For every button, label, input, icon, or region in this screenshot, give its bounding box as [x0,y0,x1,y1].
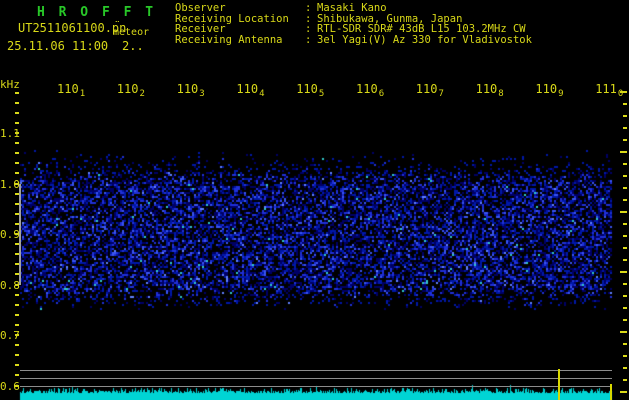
right-edge-tick [623,139,627,141]
right-edge-tick [623,319,627,321]
freq-tick [15,293,19,296]
info-row-antenna: Receiving Antenna:3el Yagi(V) Az 330 for… [175,33,532,46]
right-edge-tick [623,367,627,369]
right-edge-tick [620,211,627,213]
freq-tick [15,344,19,347]
right-edge-tick [623,199,627,201]
freq-tick-label: 1.1 [0,127,20,140]
observation-datetime: 25.11.06 11:00 [7,39,109,53]
right-edge-tick [623,247,627,249]
freq-tick-label: 1.0 [0,177,20,191]
right-edge-tick [623,163,627,165]
freq-tick-label: 0.9 [0,228,20,241]
right-edge-tick [620,331,627,333]
info-value: Masaki Kano [317,2,387,14]
time-tick-label: 1109 [535,82,564,99]
freq-tick [15,152,19,155]
freq-tick [15,101,19,104]
right-edge-tick [623,223,627,225]
right-edge-tick [623,115,627,117]
echo-count: 2.. [122,39,144,53]
time-tick-label: 1103 [176,82,205,99]
right-edge-tick [623,307,627,309]
time-tick-label: 1110 [595,82,624,99]
right-edge-tick [623,379,627,381]
time-tick-label: 1104 [236,82,265,99]
freq-tick [15,121,19,124]
right-edge-tick [623,175,627,177]
right-edge-tick [620,271,627,273]
right-edge-tick [623,127,627,129]
right-edge-tick [623,259,627,261]
time-tick-label: 1106 [356,82,385,99]
right-edge-tick [623,295,627,297]
info-value: 3el Yagi(V) Az 330 for Vladivostok [317,33,532,46]
freq-tick [15,111,19,114]
spectrogram-canvas [0,0,629,400]
freq-tick [15,303,19,306]
freq-tick-label: 0.7 [0,329,20,342]
right-edge-tick [620,391,627,393]
output-filename: UT2511061100.pn [18,21,127,35]
right-edge-tick [620,151,627,153]
freq-tick [15,354,19,357]
level-gridline [20,370,612,371]
freq-tick [15,323,19,326]
event-marker-line [558,369,560,400]
freq-tick-label: 0.6 [0,379,20,393]
freq-tick [15,172,19,175]
right-edge-tick [620,91,627,93]
time-tick-label: 1101 [57,82,86,99]
event-marker-line [610,384,612,400]
freq-tick [15,162,19,165]
observation-mode-label: meteor [113,27,150,38]
level-gridline [20,378,612,379]
right-edge-tick [623,235,627,237]
freq-tick [15,313,19,316]
right-edge-tick [623,343,627,345]
freq-tick [15,384,19,387]
info-label: Observer [175,2,226,14]
freq-tick-label: 0.8 [0,278,20,292]
level-gridline [20,386,612,387]
freq-tick [15,132,19,134]
freq-tick [15,334,19,336]
time-tick-label: 1102 [116,82,145,99]
freq-tick [15,142,19,145]
freq-tick [15,364,19,367]
freq-tick [15,374,19,377]
time-tick-label: 1105 [296,82,325,99]
right-edge-tick [623,283,627,285]
app-title: H R O F F T [37,5,157,20]
right-edge-tick [623,355,627,357]
frequency-unit-label: kHz [0,78,20,91]
hrofft-spectrogram-screen: H R O F F T UT2511061100.pn ¨ meteor 25.… [0,0,629,400]
info-row-observer: Observer: Masaki Kano [175,2,387,14]
station-info-block: Observer: Masaki Kano Receiving Location:… [175,3,532,45]
noise-band-marker-bar [19,183,21,285]
time-tick-label: 1107 [415,82,444,99]
time-tick-label: 1108 [475,82,504,99]
right-edge-tick [623,103,627,105]
right-edge-tick [623,187,627,189]
freq-tick [15,91,19,94]
info-label: Receiving Antenna [175,33,283,46]
